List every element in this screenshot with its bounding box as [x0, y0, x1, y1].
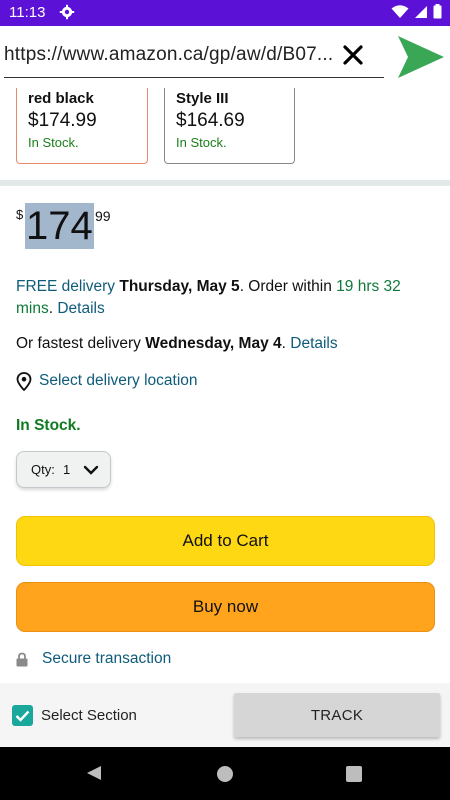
section-divider	[0, 180, 450, 186]
fastest-details-link[interactable]: Details	[290, 335, 337, 352]
style-name: red black	[28, 90, 94, 107]
add-to-cart-button[interactable]: Add to Cart	[16, 516, 435, 566]
style-price: $174.99	[28, 110, 97, 131]
chevron-down-icon	[83, 465, 99, 475]
style-option-card[interactable]: Style III $164.69 In Stock.	[164, 88, 295, 164]
status-time: 11:13	[9, 4, 46, 21]
price-currency: $	[16, 207, 24, 222]
style-option-card[interactable]: red black $174.99 In Stock.	[16, 88, 148, 164]
select-section-label: Select Section	[41, 707, 137, 724]
quantity-value: 1	[63, 462, 71, 477]
fastest-delivery-message: Or fastest delivery Wednesday, May 4. De…	[16, 335, 338, 352]
recents-icon[interactable]	[346, 766, 362, 782]
url-text: https://www.amazon.ca/gp/aw/d/B07...N	[4, 44, 348, 65]
location-link: Select delivery location	[39, 372, 198, 389]
close-icon	[343, 45, 363, 65]
secure-transaction-label: Secure transaction	[42, 650, 172, 667]
go-send-icon[interactable]	[394, 32, 446, 82]
back-icon[interactable]	[86, 765, 102, 781]
track-button[interactable]: TRACK	[234, 693, 440, 737]
countdown-text-cont: mins	[16, 300, 49, 317]
free-delivery-message-cont: mins. Details	[16, 300, 105, 317]
status-bar: 11:13	[0, 0, 450, 26]
home-icon[interactable]	[217, 766, 233, 782]
location-pin-icon	[16, 371, 32, 391]
spellcheck-underline	[218, 66, 240, 69]
style-name: Style III	[176, 90, 229, 107]
bottom-action-bar: Select Section TRACK	[0, 683, 450, 747]
style-stock: In Stock.	[176, 135, 227, 150]
select-delivery-location[interactable]: Select delivery location	[16, 370, 198, 392]
price-whole: 174	[25, 203, 94, 249]
style-price: $164.69	[176, 110, 245, 131]
lock-icon	[16, 652, 28, 666]
price-fraction: 99	[95, 208, 111, 224]
settings-gear-icon	[59, 4, 75, 20]
countdown-text: 19 hrs 32	[336, 278, 401, 295]
url-input[interactable]: https://www.amazon.ca/gp/aw/d/B07...N	[4, 44, 384, 78]
status-icons	[391, 4, 442, 19]
fastest-date: Wednesday, May 4	[145, 335, 282, 352]
system-nav-bar	[0, 747, 450, 800]
signal-icon	[415, 5, 427, 18]
availability-status: In Stock.	[16, 417, 81, 434]
quantity-label: Qty:	[31, 462, 55, 477]
battery-icon	[433, 4, 442, 19]
quantity-dropdown[interactable]: Qty: 1	[16, 451, 111, 488]
clear-url-button[interactable]	[332, 34, 374, 76]
select-section-checkbox[interactable]	[12, 705, 33, 726]
secure-transaction[interactable]: Secure transaction	[16, 648, 171, 670]
screen: 11:13 https://www.amazon.ca/gp/aw/d/B07.…	[0, 0, 450, 800]
fastest-prefix: Or fastest delivery	[16, 335, 141, 352]
buy-now-button[interactable]: Buy now	[16, 582, 435, 632]
free-delivery-date: Thursday, May 5	[119, 278, 240, 295]
order-within-text: . Order within	[239, 278, 332, 295]
details-link[interactable]: Details	[57, 300, 104, 317]
style-stock: In Stock.	[28, 135, 79, 150]
free-delivery-link[interactable]: FREE delivery	[16, 278, 115, 295]
wifi-icon	[391, 4, 409, 18]
free-delivery-message: FREE delivery Thursday, May 5. Order wit…	[16, 276, 401, 298]
checkmark-icon	[15, 710, 30, 722]
